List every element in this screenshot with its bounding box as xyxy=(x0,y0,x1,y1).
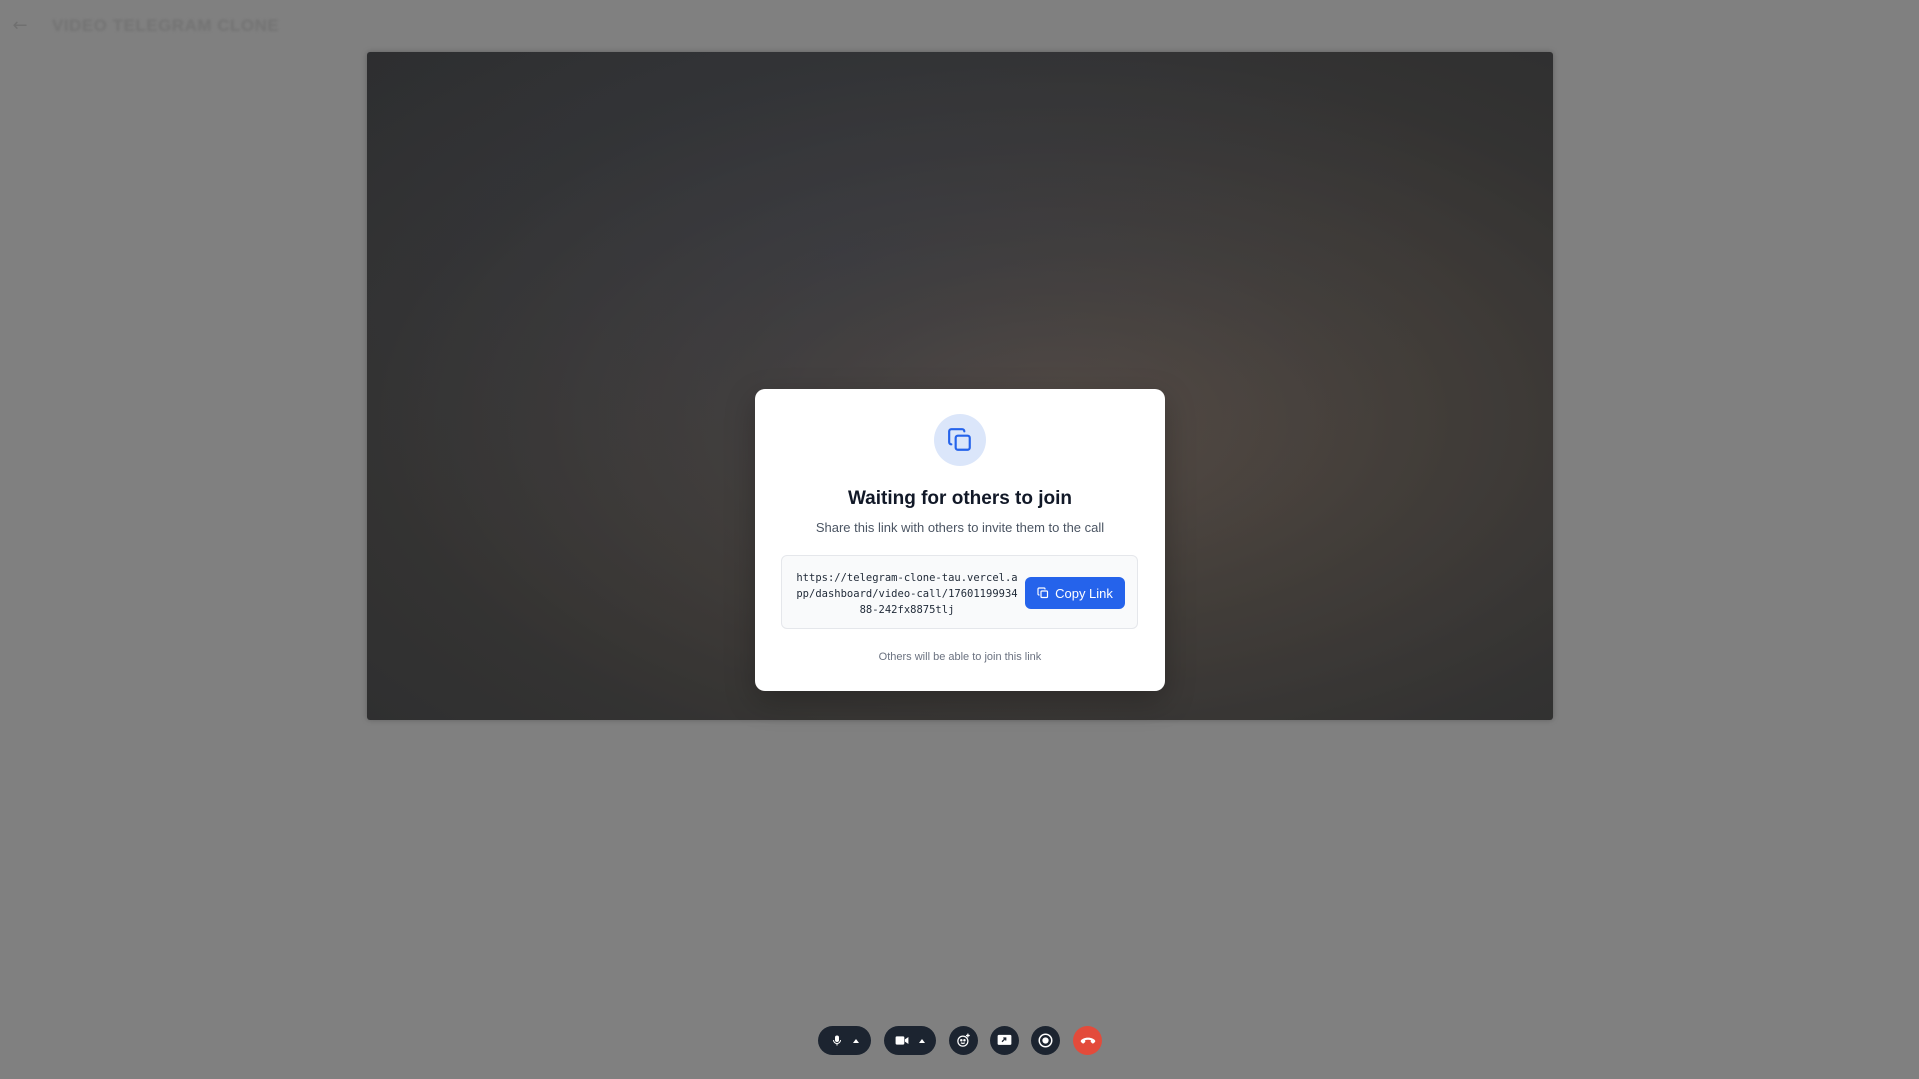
dialog-title: Waiting for others to join xyxy=(847,488,1073,509)
waiting-dialog: Waiting for others to join Share this li… xyxy=(755,389,1165,691)
dialog-subtitle: Share this link with others to invite th… xyxy=(815,520,1105,535)
end-call-button[interactable] xyxy=(1073,1026,1102,1055)
microphone-icon xyxy=(831,1034,843,1047)
call-controls-bar xyxy=(0,1026,1919,1056)
reactions-button[interactable] xyxy=(949,1026,978,1055)
invite-link-text[interactable]: https://telegram-clone-tau.vercel.app/da… xyxy=(796,570,1018,618)
microphone-button[interactable] xyxy=(818,1026,871,1055)
screen-share-icon xyxy=(997,1034,1012,1047)
copy-icon xyxy=(1037,587,1049,599)
camera-button[interactable] xyxy=(884,1026,936,1055)
screen-share-button[interactable] xyxy=(990,1026,1019,1055)
hang-up-icon xyxy=(1080,1036,1096,1046)
copy-link-label: Copy Link xyxy=(1055,585,1113,601)
video-camera-icon xyxy=(895,1035,909,1046)
emoji-add-icon xyxy=(956,1033,971,1048)
copy-link-button[interactable]: Copy Link xyxy=(1025,577,1125,609)
record-button[interactable] xyxy=(1031,1026,1060,1055)
copy-icon xyxy=(934,414,986,466)
record-icon xyxy=(1038,1033,1053,1048)
chevron-up-icon[interactable] xyxy=(919,1038,925,1043)
dialog-footnote: Others will be able to join this link xyxy=(878,651,1042,663)
invite-link-box: https://telegram-clone-tau.vercel.app/da… xyxy=(781,555,1138,629)
chevron-up-icon[interactable] xyxy=(852,1038,859,1043)
